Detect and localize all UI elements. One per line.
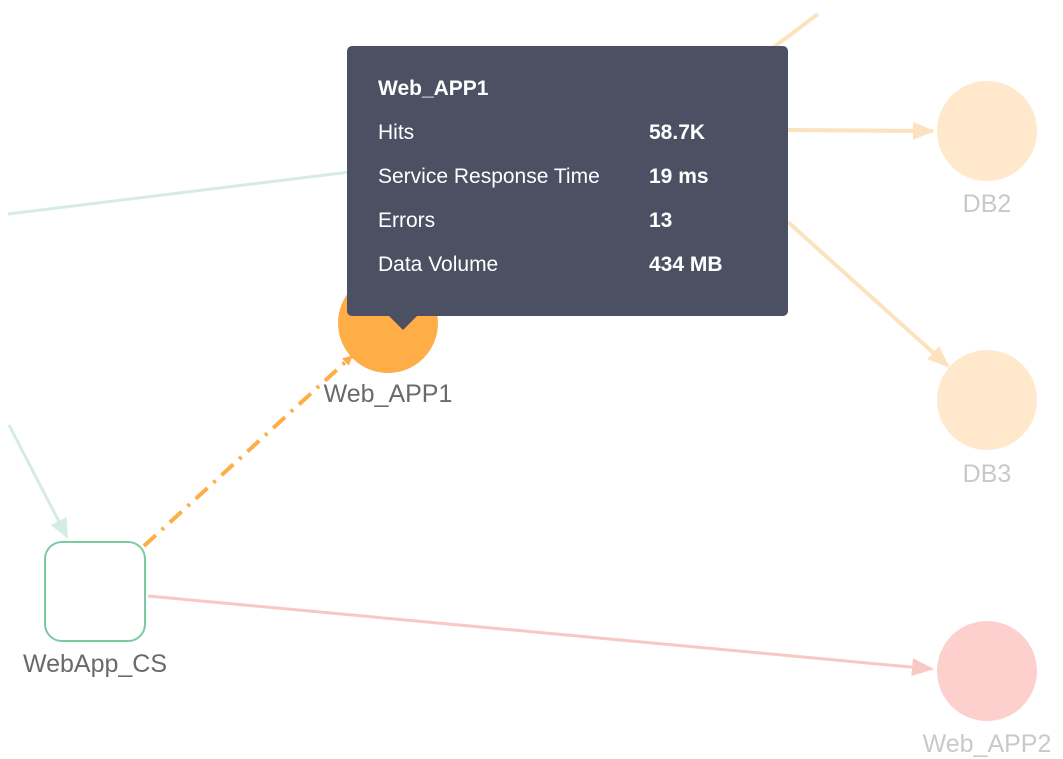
node-label-db3: DB3: [962, 460, 1012, 488]
edge-left-to-tooltip[interactable]: [7, 170, 351, 216]
node-db3[interactable]: [937, 350, 1037, 450]
node-web-app2[interactable]: [937, 621, 1037, 721]
tooltip-row-hits: Hits 58.7K: [378, 120, 788, 164]
tooltip-row-errors: Errors 13: [378, 208, 788, 252]
node-label-db2: DB2: [962, 190, 1012, 218]
edge-to-db2[interactable]: [787, 121, 935, 140]
edge-webapp-cs-to-web-app1[interactable]: [142, 354, 354, 548]
tooltip-label: Errors: [378, 209, 436, 232]
node-label-web-app2: Web_APP2: [922, 730, 1052, 758]
tooltip-label: Data Volume: [378, 253, 499, 276]
node-tooltip: Web_APP1 Hits 58.7K Service Response Tim…: [347, 46, 788, 330]
tooltip-value: 19 ms: [649, 165, 709, 188]
node-label-webapp-cs: WebApp_CS: [22, 650, 168, 678]
node-db2[interactable]: [937, 81, 1037, 181]
tooltip-label: Hits: [378, 121, 415, 144]
edge-to-webapp-cs[interactable]: [7, 424, 69, 539]
tooltip-value: 13: [649, 209, 673, 232]
tooltip-title: Web_APP1: [378, 77, 489, 100]
node-label-web-app1: Web_APP1: [323, 380, 453, 408]
edge-webapp-cs-to-web-app2[interactable]: [147, 594, 934, 677]
tooltip-label: Service Response Time: [378, 165, 600, 188]
node-webapp-cs[interactable]: [44, 541, 146, 642]
tooltip-value: 434 MB: [649, 253, 723, 276]
tooltip-value: 58.7K: [649, 121, 706, 144]
edge-to-db3[interactable]: [786, 220, 950, 368]
edge-top-faded[interactable]: [768, 12, 820, 52]
tooltip-row-response-time: Service Response Time 19 ms: [378, 164, 788, 208]
tooltip-row-data-volume: Data Volume 434 MB: [378, 252, 788, 296]
